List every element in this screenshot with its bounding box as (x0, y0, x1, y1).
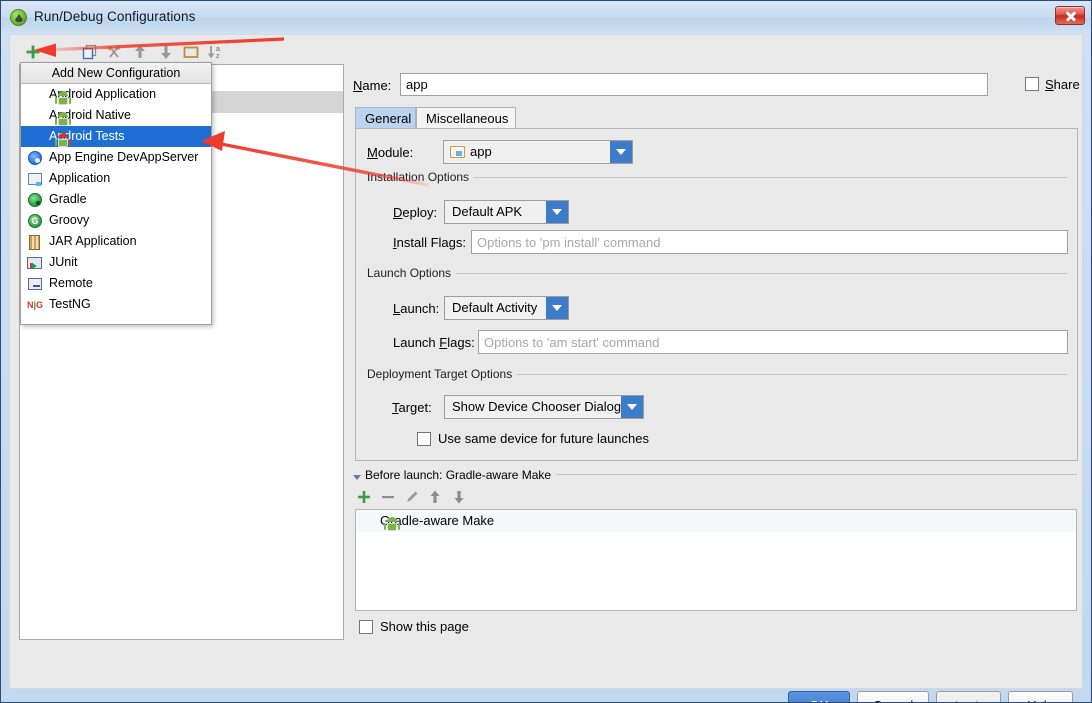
name-label: Name: (353, 78, 392, 93)
popup-item-junit[interactable]: JUnit (21, 252, 211, 273)
popup-item-testng[interactable]: N|G TestNG (21, 294, 211, 315)
installation-options-title: Installation Options (367, 170, 475, 184)
share-label: Share (1045, 77, 1080, 92)
move-down-button[interactable] (157, 43, 175, 61)
launch-value: Default Activity (452, 300, 538, 315)
target-value: Show Device Chooser Dialog (452, 399, 622, 414)
edit-defaults-button[interactable] (105, 43, 123, 61)
install-flags-input[interactable] (471, 230, 1068, 254)
chevron-down-icon[interactable] (621, 396, 643, 418)
window-title: Run/Debug Configurations (34, 9, 196, 24)
remove-task-button[interactable] (379, 488, 397, 506)
popup-item-label: TestNG (49, 297, 91, 311)
module-value: app (470, 144, 492, 159)
before-launch-collapse-icon[interactable] (353, 475, 361, 480)
android-studio-icon (10, 9, 27, 26)
move-up-button[interactable] (131, 43, 149, 61)
svg-text:z: z (216, 53, 220, 60)
popup-item-label: Groovy (49, 213, 90, 227)
before-launch-toolbar (355, 486, 485, 510)
deploy-label: Deploy: (393, 205, 438, 220)
target-label: Target: (392, 400, 432, 415)
use-same-device-label: Use same device for future launches (438, 431, 649, 446)
popup-item-remote[interactable]: Remote (21, 273, 211, 294)
popup-item-label: Remote (49, 276, 93, 290)
launch-combobox[interactable]: Default Activity (444, 296, 569, 320)
deployment-target-options-title: Deployment Target Options (367, 367, 518, 381)
popup-item-android-native[interactable]: Android Native (21, 105, 211, 126)
popup-item-application[interactable]: Application (21, 168, 211, 189)
show-this-page-label: Show this page (380, 619, 469, 634)
popup-item-gradle[interactable]: Gradle (21, 189, 211, 210)
launch-label: Launch: (393, 301, 440, 316)
popup-item-app-engine-devappserver[interactable]: App Engine DevAppServer (21, 147, 211, 168)
tab-miscellaneous[interactable]: Miscellaneous (416, 107, 516, 129)
popup-item-groovy[interactable]: G Groovy (21, 210, 211, 231)
add-configuration-button[interactable] (24, 43, 42, 61)
name-input[interactable] (400, 73, 988, 96)
popup-item-label: JAR Application (49, 234, 137, 248)
launch-options-title: Launch Options (367, 266, 457, 280)
module-label: Module: (367, 145, 414, 160)
popup-item-label: JUnit (49, 255, 78, 269)
popup-item-jar-application[interactable]: JAR Application (21, 231, 211, 252)
svg-text:a: a (216, 46, 220, 53)
add-new-configuration-popup: Add New Configuration Android Applicatio… (20, 62, 212, 325)
sort-az-button[interactable]: az (207, 43, 225, 61)
deploy-value: Default APK (452, 204, 523, 219)
gradle-icon (27, 192, 43, 208)
move-task-up-button[interactable] (426, 488, 444, 506)
share-checkbox[interactable] (1025, 77, 1039, 91)
tab-bar: General Miscellaneous (355, 107, 1077, 129)
popup-item-label: Gradle (49, 192, 87, 206)
tab-general[interactable]: General (355, 107, 416, 129)
groovy-icon: G (27, 213, 43, 229)
help-button[interactable]: Help (1008, 691, 1073, 702)
configurations-toolbar: az (19, 39, 339, 64)
launch-flags-label: Launch Flags: (393, 335, 475, 350)
module-combobox[interactable]: app (443, 140, 633, 164)
popup-item-android-tests[interactable]: Android Tests (21, 126, 211, 147)
list-item[interactable]: Gradle-aware Make (356, 510, 1076, 532)
popup-item-label: App Engine DevAppServer (49, 150, 199, 164)
ok-button[interactable]: OK (788, 691, 850, 702)
deploy-combobox[interactable]: Default APK (444, 200, 569, 224)
edit-task-button[interactable] (403, 488, 421, 506)
before-launch-title: Before launch: Gradle-aware Make (365, 468, 557, 482)
chevron-down-icon[interactable] (546, 201, 568, 223)
use-same-device-checkbox[interactable] (417, 432, 431, 446)
install-flags-label: Install Flags: (393, 235, 466, 250)
close-icon[interactable] (1055, 6, 1085, 25)
add-task-button[interactable] (355, 488, 373, 506)
jar-icon (27, 234, 43, 250)
run-debug-configurations-dialog: Run/Debug Configurations a z Name: app S… (0, 0, 1092, 703)
chevron-down-icon[interactable] (610, 141, 632, 163)
popup-header: Add New Configuration (21, 63, 211, 84)
copy-configuration-button[interactable] (81, 43, 99, 61)
remote-icon (27, 276, 43, 292)
popup-item-android-application[interactable]: Android Application (21, 84, 211, 105)
app-engine-icon (27, 150, 43, 166)
cancel-button[interactable]: Cancel (857, 691, 929, 702)
configuration-editor-pane: Name: Share General Miscellaneous Module… (348, 36, 1083, 640)
testng-icon: N|G (27, 300, 44, 310)
move-task-down-button[interactable] (450, 488, 468, 506)
create-folder-button[interactable] (182, 43, 200, 61)
launch-flags-input[interactable] (478, 330, 1068, 354)
target-combobox[interactable]: Show Device Chooser Dialog (444, 395, 644, 419)
apply-button[interactable]: Apply (936, 691, 1001, 702)
chevron-down-icon[interactable] (546, 297, 568, 319)
before-launch-task-list[interactable]: Gradle-aware Make (355, 509, 1077, 611)
folder-icon (450, 146, 465, 158)
general-tab-panel: Module: app Installation Options Deploy:… (355, 128, 1078, 461)
application-window-icon (27, 171, 43, 187)
junit-icon (27, 255, 43, 271)
title-bar: Run/Debug Configurations (1, 1, 1091, 34)
show-this-page-checkbox[interactable] (359, 620, 373, 634)
popup-item-label: Application (49, 171, 111, 185)
